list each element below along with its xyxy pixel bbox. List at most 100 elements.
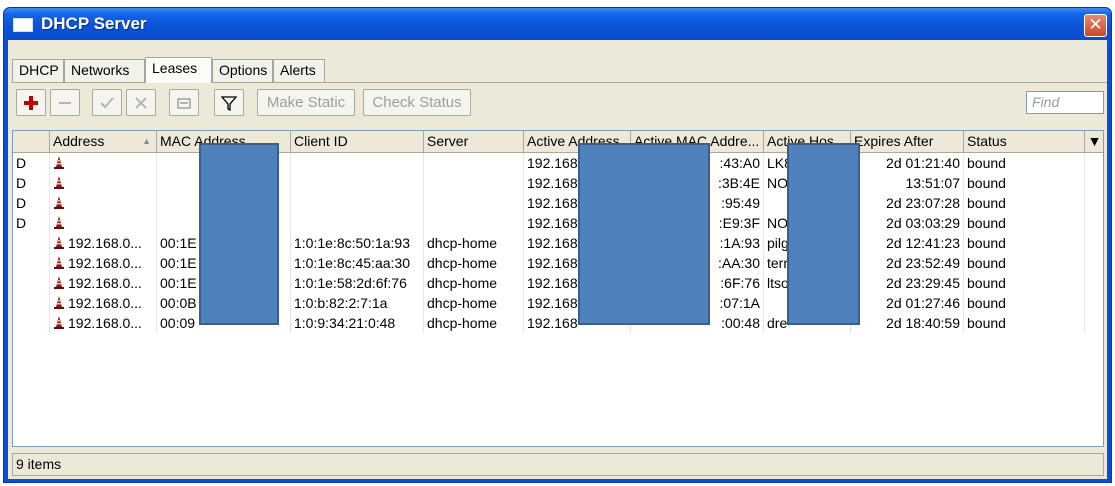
cell-flag bbox=[13, 233, 50, 253]
cell-status: bound bbox=[964, 313, 1085, 333]
table-row[interactable]: D 192.168:E9:3F NO 2d 03:03:29 bound bbox=[13, 213, 1103, 233]
cell-text: D bbox=[16, 215, 27, 231]
cell-text: :00:48 bbox=[721, 315, 760, 331]
lease-icon bbox=[54, 216, 64, 229]
column-menu-icon[interactable]: ▼ bbox=[1085, 131, 1104, 152]
window-title: DHCP Server bbox=[41, 14, 147, 33]
add-button[interactable] bbox=[16, 89, 46, 116]
column-header-client-id[interactable]: Client ID bbox=[291, 131, 424, 152]
cell-text: bound bbox=[967, 255, 1006, 271]
disable-button[interactable] bbox=[126, 89, 156, 116]
column-header-address[interactable]: Address ▲ bbox=[50, 131, 157, 152]
tab-dhcp[interactable]: DHCP bbox=[12, 59, 64, 82]
lease-icon bbox=[54, 196, 64, 209]
cell-text: :3B:4E bbox=[717, 175, 760, 191]
cell-text: 2d 23:29:45 bbox=[886, 275, 960, 291]
table-row[interactable]: 192.168.0... 00:1E 1:0:1e:58:2d:6f:76 dhcp-… bbox=[13, 273, 1103, 293]
tab-networks[interactable]: Networks bbox=[64, 59, 145, 82]
comment-button[interactable] bbox=[169, 89, 199, 116]
lease-icon bbox=[54, 156, 64, 169]
cell-status: bound bbox=[964, 153, 1085, 173]
cell-text: bound bbox=[967, 195, 1006, 211]
cell-text: 1:0:9:34:21:0:48 bbox=[294, 315, 396, 331]
filter-button[interactable] bbox=[214, 89, 244, 116]
cell-text: NO bbox=[767, 175, 788, 191]
cell-address bbox=[50, 173, 157, 193]
cell-address: 192.168.0... bbox=[50, 313, 157, 333]
cell-server: dhcp-home bbox=[424, 313, 524, 333]
cell-text: 192.168 bbox=[527, 215, 578, 231]
table-row[interactable]: D 192.168:43:A0 LK8 2d 01:21:40 bound bbox=[13, 153, 1103, 173]
column-header-flags[interactable] bbox=[13, 131, 50, 152]
tab-leases[interactable]: Leases bbox=[145, 57, 212, 83]
cell-text: 192.168 bbox=[527, 295, 578, 311]
cell-flag bbox=[13, 313, 50, 333]
cell-status: bound bbox=[964, 293, 1085, 313]
table-row[interactable]: 192.168.0... 00:1E 1:0:1e:8c:50:1a:93 dhcp-… bbox=[13, 233, 1103, 253]
cell-expires: 2d 18:40:59 bbox=[851, 313, 964, 333]
column-header-expires-after[interactable]: Expires After bbox=[851, 131, 964, 152]
cell-server bbox=[424, 173, 524, 193]
cell-client-id bbox=[291, 173, 424, 193]
cell-flag: D bbox=[13, 173, 50, 193]
cell-text: bound bbox=[967, 235, 1006, 251]
cell-status: bound bbox=[964, 253, 1085, 273]
cell-text: 1:0:1e:8c:45:aa:30 bbox=[294, 255, 410, 271]
table-row[interactable]: D 192.168:95:49 2d 23:07:28 bound bbox=[13, 193, 1103, 213]
cell-client-id: 1:0:9:34:21:0:48 bbox=[291, 313, 424, 333]
tab-options[interactable]: Options bbox=[212, 59, 273, 82]
cell-server: dhcp-home bbox=[424, 273, 524, 293]
cell-client-id bbox=[291, 153, 424, 173]
dhcp-server-window: DHCP Server ✕ DHCP Networks Leases Optio… bbox=[3, 7, 1112, 483]
tab-alerts[interactable]: Alerts bbox=[273, 59, 325, 82]
check-status-button[interactable]: Check Status bbox=[363, 89, 471, 116]
remove-button[interactable] bbox=[50, 89, 80, 116]
cell-flag: D bbox=[13, 213, 50, 233]
lease-icon bbox=[54, 296, 64, 309]
cell-expires: 2d 23:07:28 bbox=[851, 193, 964, 213]
cell-text: dhcp-home bbox=[427, 275, 498, 291]
cell-text: bound bbox=[967, 175, 1006, 191]
find-input[interactable]: Find bbox=[1026, 91, 1104, 114]
cell-text: 00:0B bbox=[160, 295, 197, 311]
cell-server: dhcp-home bbox=[424, 293, 524, 313]
cell-address bbox=[50, 213, 157, 233]
cell-text: 192.168.0... bbox=[68, 255, 142, 271]
cell-address: 192.168.0... bbox=[50, 273, 157, 293]
cell-server bbox=[424, 193, 524, 213]
cell-text: 1:0:1e:58:2d:6f:76 bbox=[294, 275, 407, 291]
redaction-box bbox=[787, 143, 860, 325]
cell-text: 192.168.0... bbox=[68, 295, 142, 311]
close-button[interactable]: ✕ bbox=[1084, 14, 1107, 37]
cell-text: :95:49 bbox=[721, 195, 760, 211]
cell-flag bbox=[13, 273, 50, 293]
filter-icon bbox=[220, 96, 238, 112]
cell-address: 192.168.0... bbox=[50, 293, 157, 313]
cell-text: dre bbox=[767, 315, 788, 331]
make-static-button[interactable]: Make Static bbox=[257, 89, 355, 116]
lease-icon bbox=[54, 316, 64, 329]
cell-flag: D bbox=[13, 153, 50, 173]
table-row[interactable]: 192.168.0... 00:09 1:0:9:34:21:0:48 dhcp-ho… bbox=[13, 313, 1103, 333]
title-bar[interactable]: DHCP Server ✕ bbox=[4, 8, 1111, 40]
table-row[interactable]: 192.168.0... 00:0B 1:0:b:82:2:7:1a dhcp-hom… bbox=[13, 293, 1103, 313]
cell-address: 192.168.0... bbox=[50, 253, 157, 273]
toolbar: Make Static Check Status Find bbox=[12, 89, 1107, 119]
table-row[interactable]: 192.168.0... 00:1E 1:0:1e:8c:45:aa:30 dhcp-… bbox=[13, 253, 1103, 273]
enable-button[interactable] bbox=[92, 89, 122, 116]
x-icon bbox=[135, 97, 147, 109]
cell-text: 192.168.0... bbox=[68, 315, 142, 331]
cell-expires: 2d 01:27:46 bbox=[851, 293, 964, 313]
table-row[interactable]: D 192.168:3B:4E NO 13:51:07 bound bbox=[13, 173, 1103, 193]
column-header-status[interactable]: Status bbox=[964, 131, 1085, 152]
column-header-server[interactable]: Server bbox=[424, 131, 524, 152]
cell-text: bound bbox=[967, 315, 1006, 331]
column-header-label: Address bbox=[53, 133, 105, 149]
cell-text: 192.168 bbox=[527, 315, 578, 331]
cell-text: 2d 18:40:59 bbox=[886, 315, 960, 331]
cell-text: bound bbox=[967, 275, 1006, 291]
cell-flag bbox=[13, 253, 50, 273]
plus-icon bbox=[24, 96, 38, 110]
cell-text: 192.168.0... bbox=[68, 235, 142, 251]
cell-text: 192.168 bbox=[527, 255, 578, 271]
